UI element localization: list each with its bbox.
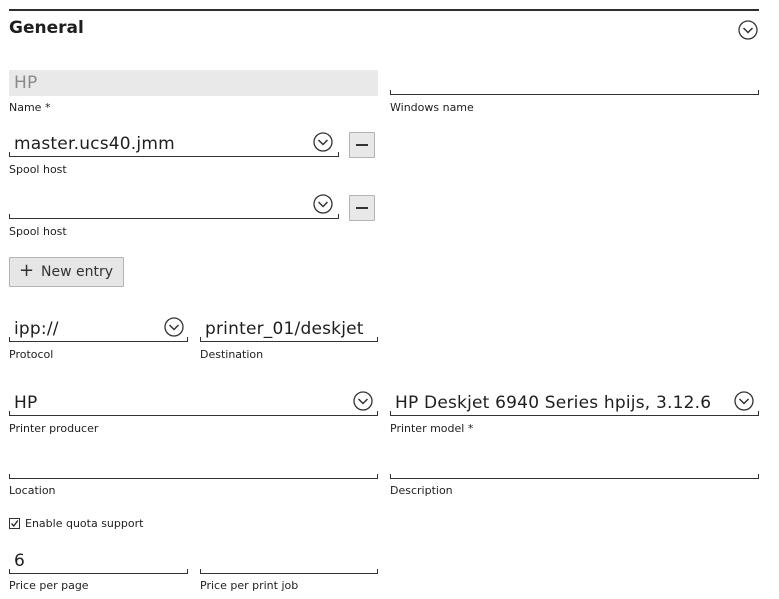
minus-icon [356, 207, 368, 209]
price-per-print-job-field[interactable] [200, 548, 378, 574]
destination-label: Destination [200, 348, 264, 361]
spool-host-label-1: Spool host [9, 163, 67, 176]
printer-model-label: Printer model * [390, 422, 474, 435]
spool-host-value-1: master.ucs40.jmm [14, 134, 175, 154]
protocol-select[interactable]: ipp:// [9, 316, 188, 342]
new-entry-label: New entry [41, 264, 114, 280]
destination-field[interactable]: printer_01/deskjet [200, 316, 378, 342]
spool-host-select-2[interactable] [9, 193, 339, 219]
name-value: HP [14, 73, 38, 93]
price-per-page-label: Price per page [9, 579, 89, 592]
protocol-value: ipp:// [14, 319, 59, 339]
destination-value: printer_01/deskjet [205, 319, 364, 339]
enable-quota-label: Enable quota support [25, 517, 144, 530]
new-entry-button[interactable]: + New entry [9, 257, 124, 287]
remove-spool-host-button-1[interactable] [349, 132, 375, 158]
chevron-down-circle-icon[interactable] [164, 317, 184, 337]
spool-host-label-2: Spool host [9, 225, 67, 238]
printer-producer-select[interactable]: HP [9, 390, 378, 416]
printer-producer-value: HP [14, 393, 38, 413]
checkmark-icon [11, 520, 19, 528]
price-per-page-field[interactable]: 6 [9, 548, 188, 574]
minus-icon [356, 144, 368, 146]
chevron-down-circle-icon[interactable] [734, 391, 754, 411]
price-per-print-job-label: Price per print job [200, 579, 299, 592]
chevron-down-circle-icon[interactable] [353, 391, 373, 411]
price-per-page-value: 6 [14, 551, 26, 571]
name-label: Name * [9, 101, 51, 114]
section-title: General [9, 18, 84, 38]
spool-host-select-1[interactable]: master.ucs40.jmm [9, 131, 339, 157]
chevron-down-circle-icon[interactable] [313, 132, 333, 152]
windows-name-label: Windows name [390, 101, 474, 114]
enable-quota-checkbox[interactable] [9, 518, 20, 529]
chevron-down-circle-icon[interactable] [738, 20, 758, 40]
plus-icon: + [19, 260, 35, 281]
description-label: Description [390, 484, 453, 497]
windows-name-field[interactable] [390, 69, 759, 95]
protocol-label: Protocol [9, 348, 54, 361]
remove-spool-host-button-2[interactable] [349, 195, 375, 221]
section-divider [9, 9, 759, 11]
location-label: Location [9, 484, 56, 497]
printer-producer-label: Printer producer [9, 422, 99, 435]
name-field: HP [9, 70, 378, 96]
location-field[interactable] [9, 453, 378, 479]
printer-model-select[interactable]: HP Deskjet 6940 Series hpijs, 3.12.6 [390, 390, 759, 416]
chevron-down-circle-icon[interactable] [313, 194, 333, 214]
printer-model-value: HP Deskjet 6940 Series hpijs, 3.12.6 [395, 393, 712, 413]
description-field[interactable] [390, 453, 759, 479]
